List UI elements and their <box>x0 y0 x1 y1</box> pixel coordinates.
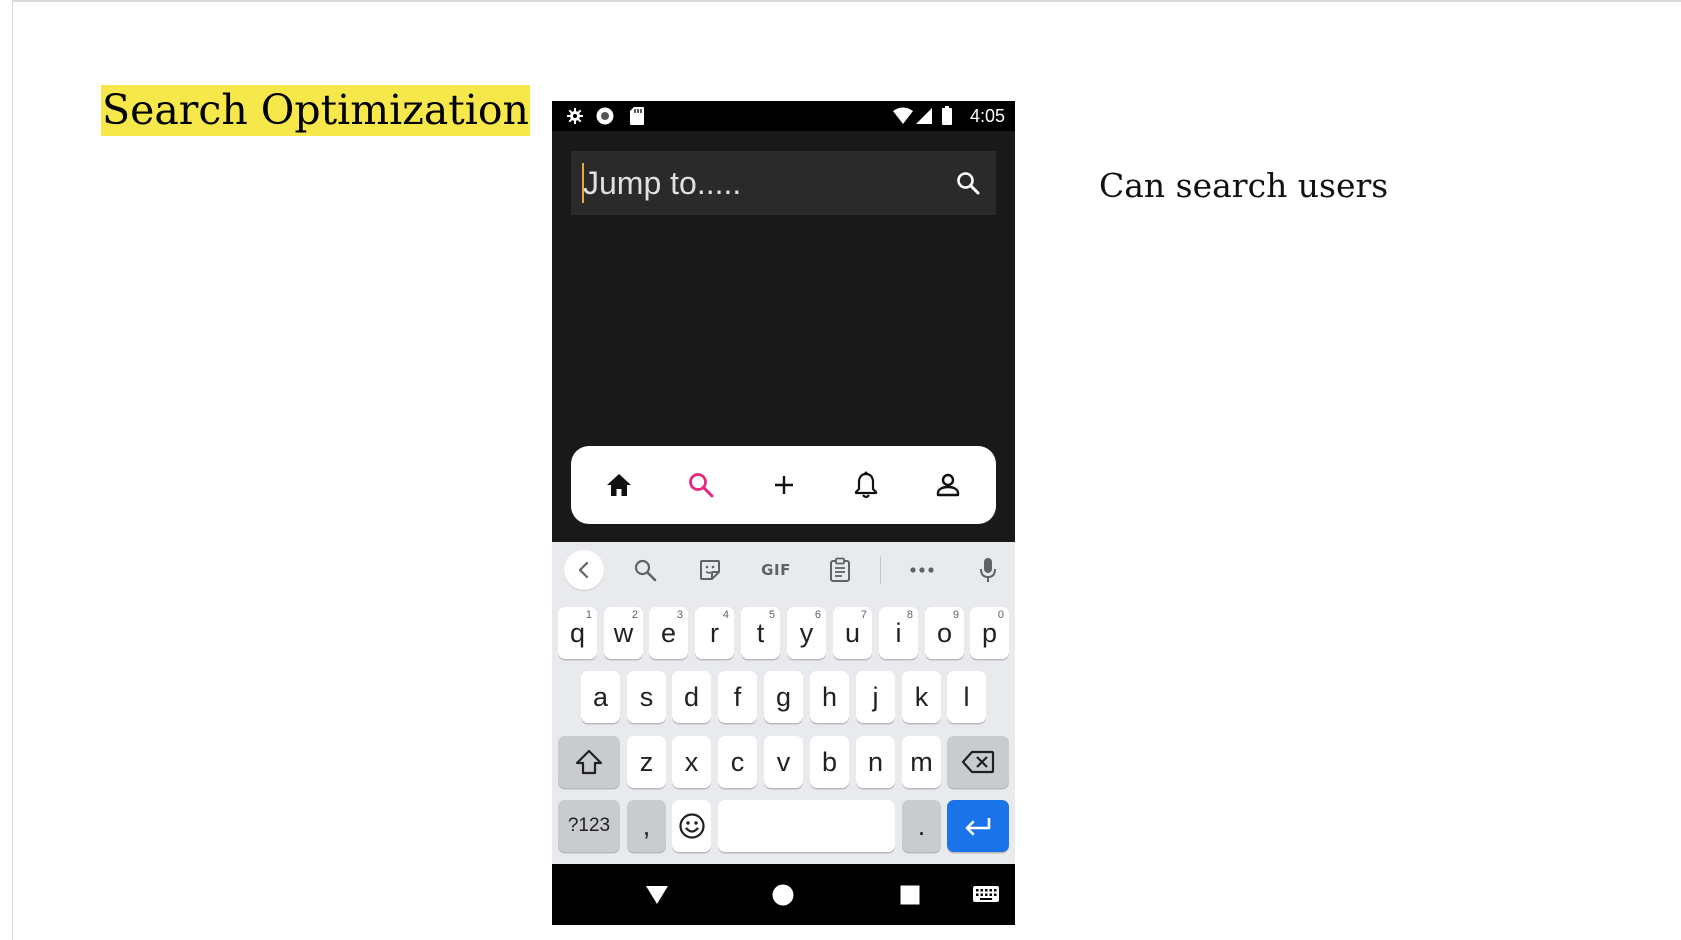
status-time: 4:05 <box>969 106 1005 126</box>
soft-keyboard: GIF q1 w2 e3 r4 t5 y6 u7 i8 o9 p0 a s d … <box>552 542 1015 864</box>
key-l[interactable]: l <box>947 671 986 723</box>
key-u[interactable]: u7 <box>833 607 872 659</box>
key-hint: 6 <box>814 609 821 621</box>
key-hint: 0 <box>997 609 1004 621</box>
key-d[interactable]: d <box>672 671 711 723</box>
enter-key[interactable] <box>947 800 1009 852</box>
toolbar-divider <box>880 556 881 584</box>
phone-screenshot: 4:05 Jump to..... GIF q 1 w 2 e 3 r 4 t … <box>552 101 1015 925</box>
key-c[interactable]: c <box>718 736 757 788</box>
backspace-icon <box>961 750 995 774</box>
key-h[interactable]: h <box>810 671 849 723</box>
key-label: q <box>569 617 586 648</box>
mic-icon[interactable] <box>968 550 1008 590</box>
key-v[interactable]: v <box>764 736 803 788</box>
search-input[interactable]: Jump to..... <box>583 151 943 215</box>
key-t[interactable]: t5 <box>741 607 780 659</box>
comma-key[interactable]: , <box>627 800 666 852</box>
keyboard-search-icon[interactable] <box>625 550 665 590</box>
nav-plus-icon[interactable] <box>764 465 804 505</box>
emoji-icon <box>678 813 705 839</box>
gif-icon[interactable]: GIF <box>752 550 800 590</box>
page-top-border <box>12 0 1681 2</box>
space-key[interactable] <box>718 800 895 852</box>
key-hint: 3 <box>676 609 683 621</box>
key-i[interactable]: i8 <box>879 607 918 659</box>
key-g[interactable]: g <box>764 671 803 723</box>
key-n[interactable]: n <box>856 736 895 788</box>
key-e[interactable]: e3 <box>649 607 688 659</box>
enter-icon <box>965 818 991 836</box>
system-navigation-bar <box>552 864 1015 925</box>
backspace-key[interactable] <box>947 736 1009 788</box>
key-hint: 2 <box>631 609 638 621</box>
key-m[interactable]: m <box>902 736 941 788</box>
key-k[interactable]: k <box>902 671 941 723</box>
keyboard-icon[interactable] <box>970 879 1002 911</box>
shift-icon <box>575 749 603 775</box>
gif-label: GIF <box>761 561 791 579</box>
symbols-key[interactable]: ?123 <box>558 800 620 852</box>
back-triangle-icon[interactable] <box>641 879 673 911</box>
nav-home-icon[interactable] <box>599 465 639 505</box>
emoji-key[interactable] <box>672 800 711 852</box>
nav-person-icon[interactable] <box>928 465 968 505</box>
more-icon[interactable] <box>902 550 942 590</box>
key-label: w <box>613 617 634 648</box>
key-hint: 1 <box>585 609 592 621</box>
key-y[interactable]: y6 <box>787 607 826 659</box>
clipboard-icon[interactable] <box>820 550 860 590</box>
settings-icon <box>564 101 586 131</box>
key-o[interactable]: o9 <box>925 607 964 659</box>
wifi-icon <box>891 101 915 131</box>
key-hint: 5 <box>768 609 775 621</box>
key-label: u <box>844 617 861 648</box>
status-bar: 4:05 <box>552 101 1015 131</box>
record-icon <box>594 101 616 131</box>
back-icon[interactable] <box>564 550 604 590</box>
key-j[interactable]: j <box>856 671 895 723</box>
search-icon[interactable] <box>950 165 986 201</box>
key-label: e <box>660 617 677 648</box>
key-z[interactable]: z <box>627 736 666 788</box>
key-q[interactable]: q1 <box>558 607 597 659</box>
key-s[interactable]: s <box>627 671 666 723</box>
search-bar[interactable]: Jump to..... <box>571 151 996 215</box>
nav-search-icon[interactable] <box>681 465 721 505</box>
sticker-icon[interactable] <box>690 550 730 590</box>
key-w[interactable]: w2 <box>604 607 643 659</box>
sd-card-icon <box>626 101 648 131</box>
recents-square-icon[interactable] <box>894 879 926 911</box>
key-label: p <box>981 617 998 648</box>
signal-icon <box>914 101 934 131</box>
bottom-navigation <box>571 446 996 524</box>
key-hint: 8 <box>906 609 913 621</box>
nav-bell-icon[interactable] <box>846 465 886 505</box>
key-label: y <box>799 617 814 648</box>
key-b[interactable]: b <box>810 736 849 788</box>
battery-icon <box>940 101 954 131</box>
key-r[interactable]: r4 <box>695 607 734 659</box>
slide-note: Can search users <box>1099 166 1389 205</box>
key-x[interactable]: x <box>672 736 711 788</box>
key-hint: 4 <box>722 609 729 621</box>
key-p[interactable]: p0 <box>970 607 1009 659</box>
page-left-border <box>0 0 13 940</box>
period-key[interactable]: . <box>902 800 941 852</box>
key-a[interactable]: a <box>581 671 620 723</box>
shift-key[interactable] <box>558 736 620 788</box>
key-label: o <box>936 617 953 648</box>
key-label: r <box>710 617 719 648</box>
key-f[interactable]: f <box>718 671 757 723</box>
slide-title: Search Optimization <box>101 85 530 136</box>
key-label: i <box>895 617 902 648</box>
home-circle-icon[interactable] <box>767 879 799 911</box>
key-label: t <box>756 617 765 648</box>
symbols-label: ?123 <box>567 815 611 836</box>
key-hint: 9 <box>952 609 959 621</box>
key-hint: 7 <box>860 609 867 621</box>
